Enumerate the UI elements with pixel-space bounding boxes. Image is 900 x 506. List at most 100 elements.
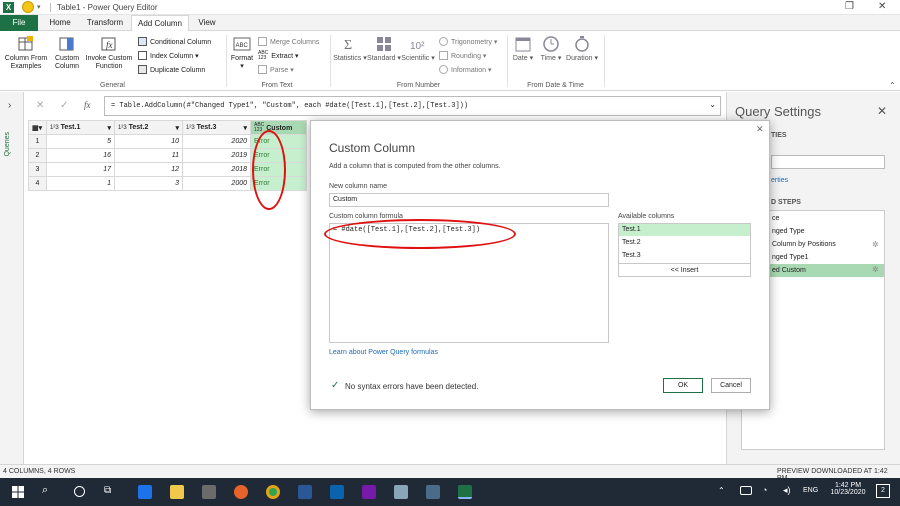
dialog-close-icon[interactable]: ✕ (756, 124, 764, 135)
cell[interactable]: 1 (46, 176, 115, 191)
language-indicator[interactable]: ENG (803, 487, 818, 494)
cell[interactable]: 2018 (182, 162, 251, 177)
cell[interactable]: 2020 (182, 134, 251, 149)
notification-center-icon[interactable]: 2 (876, 484, 890, 498)
file-explorer-icon[interactable] (170, 485, 184, 499)
cell[interactable]: 2019 (182, 148, 251, 163)
task-view-icon[interactable]: ⧉ (104, 485, 111, 496)
queries-label[interactable]: Queries (4, 132, 11, 157)
quick-access-dropdown-icon[interactable]: ▾ (37, 3, 41, 11)
calculator-icon[interactable] (426, 485, 440, 499)
step-gear-icon[interactable]: ✲ (872, 265, 879, 274)
cell[interactable]: 11 (114, 148, 183, 163)
cancel-formula-icon[interactable]: ✕ (36, 100, 44, 111)
close-query-settings-icon[interactable]: ✕ (877, 104, 887, 118)
close-icon[interactable]: ✕ (878, 1, 886, 12)
formula-input[interactable]: = Table.AddColumn(#"Changed Type1", "Cus… (104, 96, 721, 116)
cell[interactable]: 5 (46, 134, 115, 149)
insert-button[interactable]: << Insert (618, 263, 751, 277)
cell[interactable]: 17 (46, 162, 115, 177)
chrome-icon[interactable] (266, 485, 280, 499)
scientific-button[interactable]: 10² Scientific ▾ (401, 35, 435, 63)
conditional-column-button[interactable]: Conditional Column (138, 37, 211, 46)
invoke-custom-function-button[interactable]: fx Invoke Custom Function (84, 35, 134, 71)
feedback-smiley-icon[interactable] (22, 1, 34, 13)
cell[interactable]: 2000 (182, 176, 251, 191)
filter-dropdown-icon[interactable]: ▾ (107, 124, 111, 132)
merge-columns-button[interactable]: Merge Columns (258, 37, 319, 46)
column-header-test3[interactable]: 1²3 Test.3 ▾ (182, 120, 251, 135)
battery-icon[interactable] (740, 486, 752, 495)
number-type-icon[interactable]: 1²3 (186, 125, 195, 131)
step-gear-icon[interactable]: ✲ (872, 240, 879, 249)
expand-queries-icon[interactable]: › (8, 100, 11, 111)
trigonometry-button[interactable]: Trigonometry ▾ (439, 37, 497, 46)
information-button[interactable]: Information ▾ (439, 65, 492, 74)
cell[interactable]: 12 (114, 162, 183, 177)
formula-expand-icon[interactable]: ⌄ (709, 100, 716, 109)
paint-icon[interactable] (394, 485, 408, 499)
cancel-button[interactable]: Cancel (711, 378, 751, 393)
filter-dropdown-icon[interactable]: ▾ (243, 124, 247, 132)
tab-view[interactable]: View (190, 15, 224, 31)
number-type-icon[interactable]: 1²3 (50, 125, 59, 131)
tab-transform[interactable]: Transform (80, 15, 130, 31)
cell[interactable]: 3 (114, 176, 183, 191)
time-button[interactable]: Time ▾ (538, 35, 564, 63)
number-type-icon[interactable]: 1²3 (118, 125, 127, 131)
step-item[interactable]: Column by Positions (772, 241, 836, 248)
index-column-button[interactable]: Index Column ▾ (138, 51, 199, 60)
volume-icon[interactable]: ◂) (783, 485, 791, 496)
custom-column-button[interactable]: Custom Column (50, 35, 84, 71)
collapse-ribbon-icon[interactable]: ⌃ (889, 81, 896, 90)
query-name-input[interactable] (771, 155, 885, 169)
column-from-examples-button[interactable]: Column From Examples (4, 35, 48, 71)
new-column-name-input[interactable]: Custom (329, 193, 609, 207)
restore-icon[interactable]: ❐ (845, 1, 854, 12)
statistics-button[interactable]: Σ Statistics ▾ (333, 35, 367, 63)
ok-button[interactable]: OK (663, 378, 703, 393)
learn-formulas-link[interactable]: Learn about Power Query formulas (329, 349, 438, 356)
standard-button[interactable]: Standard ▾ (367, 35, 401, 63)
cortana-icon[interactable] (74, 486, 85, 497)
outlook-icon[interactable] (330, 485, 344, 499)
column-header-test2[interactable]: 1²3 Test.2 ▾ (114, 120, 183, 135)
filter-dropdown-icon[interactable]: ▾ (175, 124, 179, 132)
table-corner-icon[interactable]: ▦▾ (28, 120, 47, 135)
date-button[interactable]: Date ▾ (511, 35, 535, 63)
extract-button[interactable]: ABC 123 Extract ▾ (258, 51, 299, 61)
cell[interactable]: 16 (46, 148, 115, 163)
step-item[interactable]: nged Type1 (772, 254, 808, 261)
format-button[interactable]: ABC Format ▾ (229, 35, 255, 71)
excel-taskbar-icon[interactable] (458, 485, 472, 499)
available-column-item[interactable]: Test.2 (619, 237, 750, 249)
confirm-formula-icon[interactable]: ✓ (60, 100, 68, 111)
available-column-item[interactable]: Test.3 (619, 250, 750, 262)
rounding-button[interactable]: Rounding ▾ (439, 51, 486, 60)
column-header-test1[interactable]: 1²3 Test.1 ▾ (46, 120, 115, 135)
windows-start-icon[interactable] (12, 486, 24, 498)
clock[interactable]: 1:42 PM 10/23/2020 (828, 482, 868, 496)
edge-icon[interactable] (138, 485, 152, 499)
available-column-item[interactable]: Test.1 (619, 224, 750, 236)
store-icon[interactable] (202, 485, 216, 499)
firefox-icon[interactable] (234, 485, 248, 499)
table-example-icon (18, 36, 33, 51)
word-icon[interactable] (298, 485, 312, 499)
parse-button[interactable]: Parse ▾ (258, 65, 294, 74)
tab-add-column[interactable]: Add Column (131, 15, 189, 32)
onenote-icon[interactable] (362, 485, 376, 499)
index-column-label: Index Column (150, 53, 194, 60)
step-item[interactable]: ce (772, 215, 779, 222)
tab-file[interactable]: File (0, 15, 38, 31)
network-icon[interactable]: ◔ (762, 485, 767, 495)
column-header-custom[interactable]: ABC 123 Custom (250, 120, 307, 135)
cell[interactable]: 10 (114, 134, 183, 149)
all-properties-link[interactable]: erties (771, 177, 788, 184)
search-icon[interactable]: ⌕ (42, 484, 48, 497)
tab-home[interactable]: Home (40, 15, 80, 31)
step-item[interactable]: nged Type (772, 228, 805, 235)
duration-button[interactable]: Duration ▾ (566, 35, 598, 63)
show-hidden-icons[interactable]: ⌃ (718, 486, 725, 495)
duplicate-column-button[interactable]: Duplicate Column (138, 65, 205, 74)
